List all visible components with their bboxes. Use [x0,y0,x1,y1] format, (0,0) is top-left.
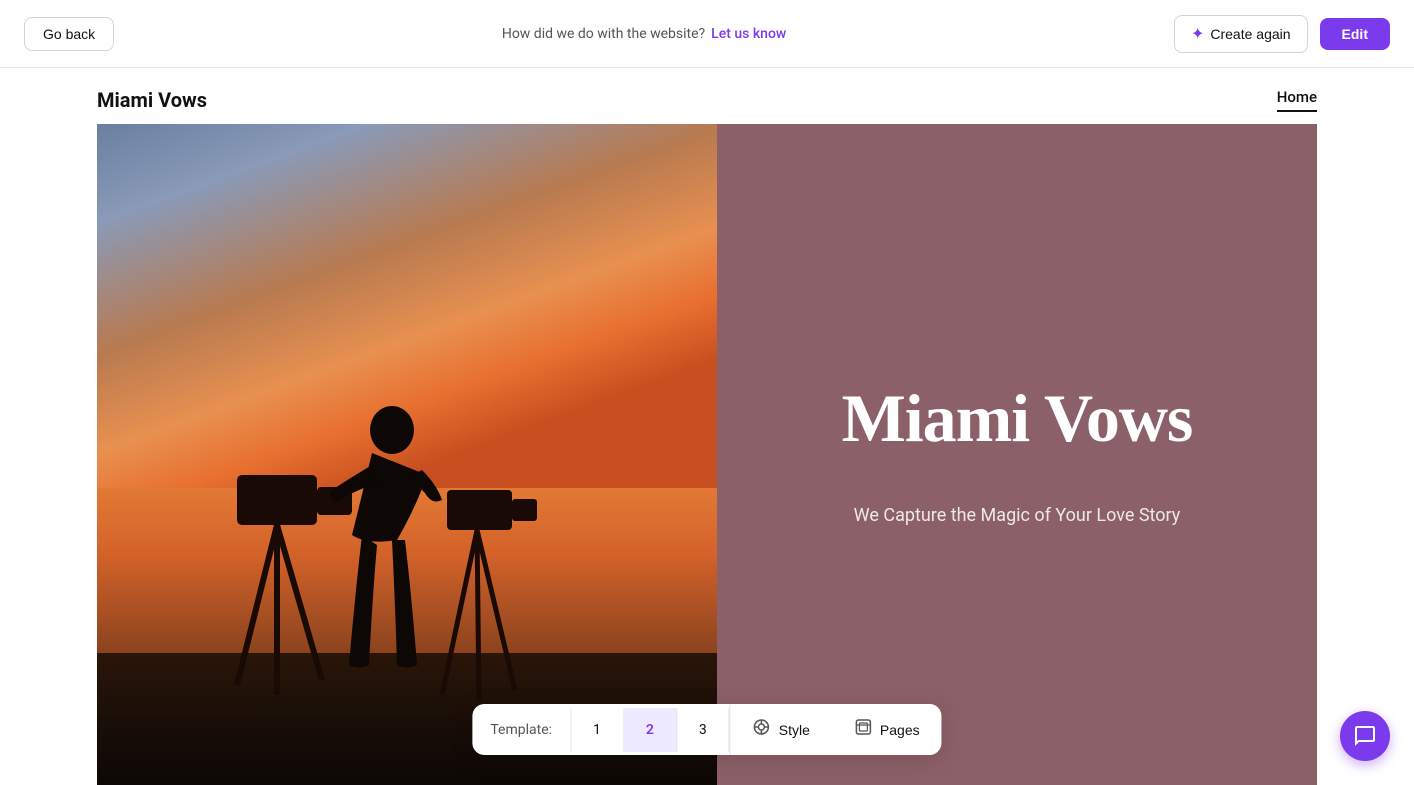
go-back-button[interactable]: Go back [24,17,114,51]
topbar-left: Go back [24,17,114,51]
sparkle-icon: ✦ [1191,24,1204,44]
create-again-label: Create again [1210,26,1290,42]
style-icon [753,718,771,741]
nav-links: Home [1277,88,1317,112]
pages-button[interactable]: Pages [832,704,942,755]
chat-bubble-button[interactable] [1340,711,1390,761]
site-title: Miami Vows [97,88,207,112]
feedback-text: How did we do with the website? [502,26,705,42]
style-label: Style [779,722,810,738]
template-3-button[interactable]: 3 [677,708,730,752]
bottom-toolbar: Template: 1 2 3 Style [472,704,941,755]
template-label: Template: [472,708,571,752]
template-1-button[interactable]: 1 [571,708,624,752]
topbar-center: How did we do with the website? Let us k… [502,26,786,42]
preview-overlay: Miami Vows We Capture the Magic of Your … [717,124,1317,785]
videographer-silhouette [177,335,557,735]
topbar-right: ✦ Create again Edit [1174,15,1390,53]
nav-link-home[interactable]: Home [1277,88,1317,112]
create-again-button[interactable]: ✦ Create again [1174,15,1308,53]
overlay-subtitle: We Capture the Magic of Your Love Story [854,505,1181,526]
chat-icon [1353,724,1377,748]
template-2-button[interactable]: 2 [624,708,677,752]
site-navigation: Miami Vows Home [97,68,1317,124]
pages-icon [854,718,872,741]
feedback-link[interactable]: Let us know [711,26,786,42]
overlay-site-title: Miami Vows [842,383,1193,454]
silhouette-container [177,335,557,735]
pages-label: Pages [880,722,920,738]
content-area: Miami Vows Home [0,68,1414,785]
topbar: Go back How did we do with the website? … [0,0,1414,68]
preview-container: Miami Vows We Capture the Magic of Your … [97,124,1317,785]
style-button[interactable]: Style [730,704,832,755]
edit-button[interactable]: Edit [1320,18,1390,50]
